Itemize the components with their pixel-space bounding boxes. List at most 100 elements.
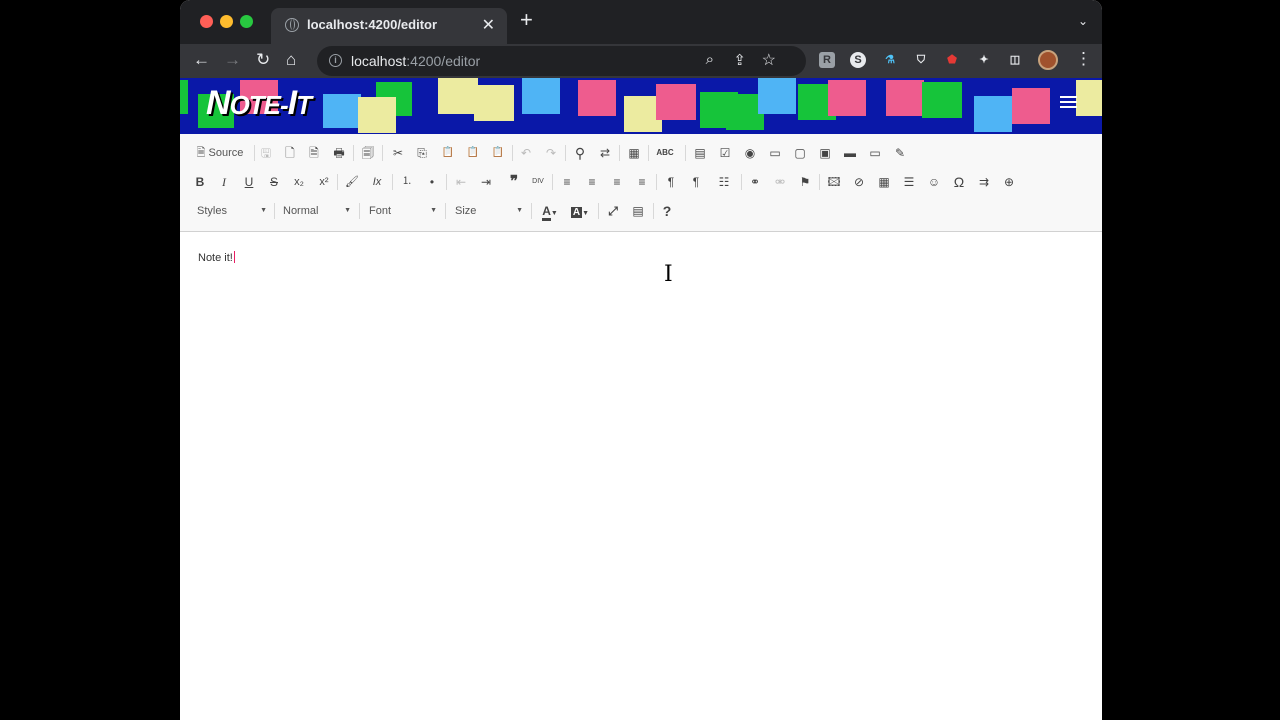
strike-button[interactable]: S <box>266 171 282 193</box>
spellcheck-icon[interactable]: ABC <box>652 142 678 164</box>
unlink-icon[interactable]: ⚮ <box>772 171 788 193</box>
size-dropdown[interactable]: Size ▼ <box>455 200 523 222</box>
extension-5-icon[interactable]: ⬟ <box>944 52 960 68</box>
close-window-button[interactable] <box>200 15 213 28</box>
flash-icon[interactable]: ⊘ <box>851 171 867 193</box>
styles-dropdown[interactable]: Styles ▼ <box>197 200 267 222</box>
new-tab-button[interactable]: + <box>520 9 533 31</box>
iframe-globe-icon[interactable]: ⊕ <box>1001 171 1017 193</box>
image-button-icon[interactable]: ▭ <box>867 142 883 164</box>
text-color-button[interactable]: A▼ <box>539 200 561 222</box>
subscript-button[interactable]: x₂ <box>291 171 307 193</box>
justify-icon[interactable]: ≡ <box>634 171 650 193</box>
page-break-icon[interactable]: ⇉ <box>976 171 992 193</box>
extension-3-icon[interactable]: ⚗ <box>882 52 898 68</box>
reload-button[interactable]: ↻ <box>256 50 270 70</box>
outdent-icon[interactable]: ⇤ <box>453 171 469 193</box>
zoom-icon[interactable]: ⌕ <box>706 51 714 68</box>
extension-2-icon[interactable]: S <box>850 52 866 68</box>
maximize-icon[interactable]: ⤢ <box>605 200 621 222</box>
shield-icon[interactable]: ⛉ <box>913 52 929 68</box>
ltr-icon[interactable]: ¶ <box>663 171 679 193</box>
find-icon[interactable]: ⚲ <box>572 142 588 164</box>
select-all-icon[interactable]: ▦ <box>626 142 642 164</box>
blockquote-icon[interactable]: ❞ <box>506 171 522 193</box>
italic-button[interactable]: I <box>216 171 232 193</box>
forward-button[interactable]: → <box>224 50 241 70</box>
browser-menu-icon[interactable]: ⋮ <box>1075 49 1092 69</box>
button-field-icon[interactable]: ▬ <box>842 142 858 164</box>
source-button[interactable]: 🗎 Source <box>192 142 248 164</box>
bookmark-star-icon[interactable]: ☆ <box>762 50 776 70</box>
separator <box>445 203 446 219</box>
side-panel-icon[interactable]: ◫ <box>1007 52 1023 68</box>
url-text: localhost:4200/editor <box>351 53 481 69</box>
sticky-note <box>438 78 478 114</box>
browser-tab[interactable]: localhost:4200/editor ✕ <box>271 8 507 44</box>
rtl-icon[interactable]: ¶ <box>688 171 704 193</box>
language-icon[interactable]: ☷ <box>713 171 735 193</box>
text-field-icon[interactable]: ▭ <box>767 142 783 164</box>
checkbox-icon[interactable]: ☑ <box>717 142 733 164</box>
form-icon[interactable]: ▤ <box>692 142 708 164</box>
hamburger-menu-icon[interactable] <box>1060 96 1077 110</box>
remove-format-button[interactable]: Ix <box>369 171 385 193</box>
bulleted-list-icon[interactable]: • <box>424 171 440 193</box>
bg-color-button[interactable]: A ▼ <box>569 200 591 222</box>
maximize-window-button[interactable] <box>240 15 253 28</box>
font-dropdown[interactable]: Font ▼ <box>369 200 437 222</box>
replace-icon[interactable]: ⇄ <box>597 142 613 164</box>
cut-icon[interactable]: ✂ <box>390 142 406 164</box>
content-paragraph[interactable]: Note it! <box>198 251 235 264</box>
indent-icon[interactable]: ⇥ <box>478 171 494 193</box>
special-char-icon[interactable]: Ω <box>951 171 967 193</box>
anchor-flag-icon[interactable]: ⚑ <box>797 171 813 193</box>
smiley-icon[interactable]: ☺ <box>926 171 942 193</box>
div-container-icon[interactable]: DIV <box>530 171 546 193</box>
puzzle-extensions-icon[interactable]: ✦ <box>976 52 992 68</box>
print-icon[interactable]: 🖶 <box>331 142 347 164</box>
numbered-list-icon[interactable]: ⒈ <box>399 171 415 193</box>
link-icon[interactable]: ⚭ <box>747 171 763 193</box>
editor-content-area[interactable]: Note it! I <box>180 233 1102 720</box>
image-icon[interactable]: 🖾 <box>826 171 842 193</box>
hidden-field-icon[interactable]: ✎ <box>892 142 908 164</box>
share-icon[interactable]: ⇪ <box>733 51 746 69</box>
copy-icon[interactable]: ⎘ <box>414 142 430 164</box>
copy-format-icon[interactable]: 🖌 <box>344 171 360 193</box>
help-button[interactable]: ? <box>659 200 675 222</box>
extension-1-icon[interactable]: R <box>819 52 835 68</box>
align-left-icon[interactable]: ≡ <box>559 171 575 193</box>
new-page-icon[interactable]: 🗋 <box>282 142 298 164</box>
show-blocks-icon[interactable]: ▤ <box>630 200 646 222</box>
save-icon[interactable]: 🖫 <box>258 142 274 164</box>
profile-avatar[interactable] <box>1038 50 1058 70</box>
align-right-icon[interactable]: ≡ <box>609 171 625 193</box>
bold-button[interactable]: B <box>192 171 208 193</box>
horizontal-rule-icon[interactable]: ☰ <box>901 171 917 193</box>
paste-icon[interactable]: 📋 <box>440 142 456 164</box>
paste-text-icon[interactable]: 📋 <box>465 142 481 164</box>
select-field-icon[interactable]: ▣ <box>817 142 833 164</box>
radio-icon[interactable]: ◉ <box>742 142 758 164</box>
underline-button[interactable]: U <box>241 171 257 193</box>
table-icon[interactable]: ▦ <box>876 171 892 193</box>
minimize-window-button[interactable] <box>220 15 233 28</box>
back-button[interactable]: ← <box>193 50 210 70</box>
home-button[interactable]: ⌂ <box>286 50 296 70</box>
preview-icon[interactable]: 🗎 <box>306 142 322 164</box>
tab-search-icon[interactable]: ⌄ <box>1078 14 1088 28</box>
undo-icon[interactable]: ↶ <box>518 142 534 164</box>
info-icon[interactable]: i <box>329 54 342 67</box>
tab-close-icon[interactable]: ✕ <box>482 15 495 35</box>
note-it-logo[interactable]: NOTE-IT <box>206 84 312 123</box>
paste-word-icon[interactable]: 📋 <box>490 142 506 164</box>
superscript-button[interactable]: x² <box>316 171 332 193</box>
align-center-icon[interactable]: ≡ <box>584 171 600 193</box>
templates-icon[interactable]: 🗐 <box>360 142 376 164</box>
address-bar[interactable]: i localhost:4200/editor ⌕ ⇪ ☆ <box>317 46 806 76</box>
textarea-icon[interactable]: ▢ <box>792 142 808 164</box>
format-dropdown[interactable]: Normal ▼ <box>283 200 351 222</box>
sticky-note <box>522 78 560 114</box>
redo-icon[interactable]: ↷ <box>543 142 559 164</box>
